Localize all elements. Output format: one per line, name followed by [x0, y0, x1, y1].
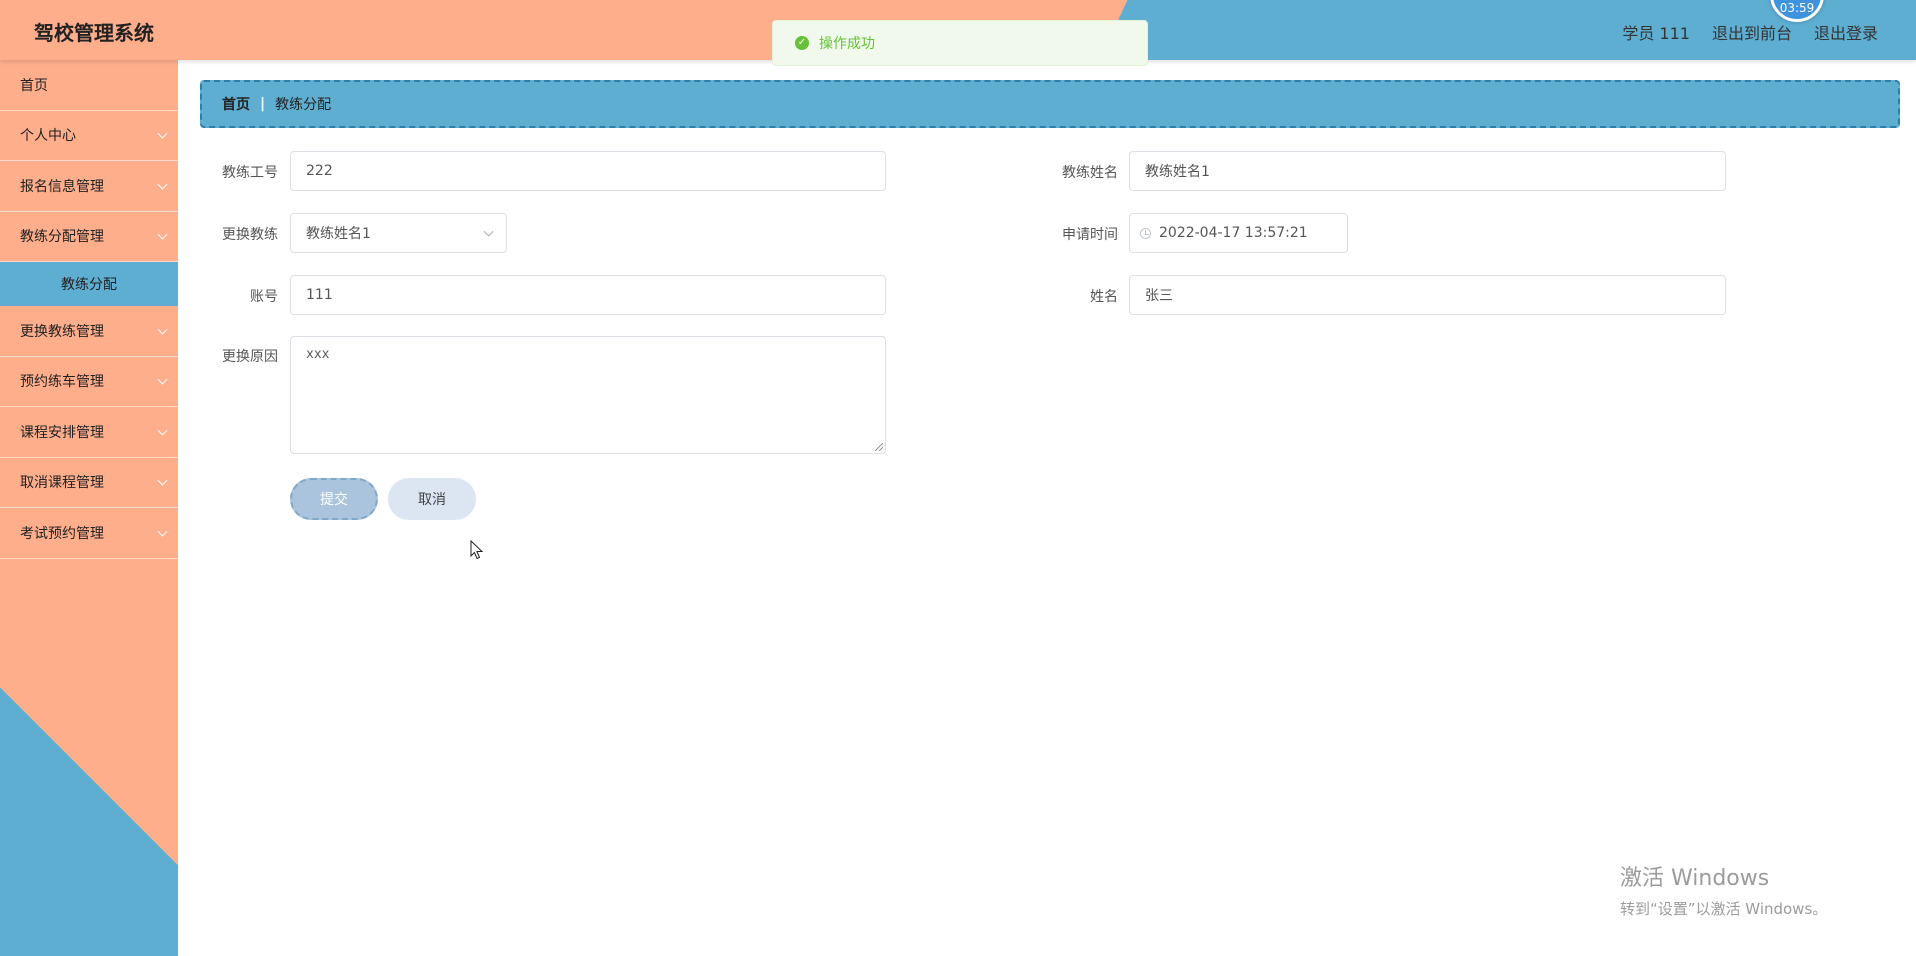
- chevron-down-icon: [157, 128, 168, 139]
- submit-button[interactable]: 提交: [290, 478, 378, 520]
- watermark-line-2: 转到“设置”以激活 Windows。: [1620, 900, 1828, 918]
- reason-value: xxx: [306, 347, 330, 362]
- chevron-down-icon: [157, 526, 168, 537]
- change-coach-label: 更换教练: [222, 227, 278, 243]
- chevron-down-icon: [157, 179, 168, 190]
- sidebar-item-personal-center[interactable]: 个人中心: [0, 111, 178, 161]
- windows-activation-watermark: 激活 Windows 转到“设置”以激活 Windows。: [1620, 860, 1827, 919]
- account-value: 111: [306, 287, 333, 303]
- sidebar-item-label: 报名信息管理: [20, 178, 104, 195]
- sidebar-item-practice-booking[interactable]: 预约练车管理: [0, 357, 178, 407]
- resize-handle-icon[interactable]: [875, 443, 883, 451]
- chevron-down-icon: [157, 324, 168, 335]
- account-label: 账号: [250, 289, 278, 305]
- change-coach-select[interactable]: 教练姓名1: [290, 213, 507, 253]
- reason-textarea[interactable]: xxx: [290, 336, 886, 454]
- name-label: 姓名: [1090, 289, 1118, 305]
- coach-id-label: 教练工号: [222, 165, 278, 181]
- app-title: 驾校管理系统: [34, 21, 154, 45]
- coach-id-value: 222: [306, 163, 333, 179]
- sidebar-subitem-label: 教练分配: [61, 277, 117, 293]
- chevron-down-icon: [483, 226, 494, 237]
- toast-message: 操作成功: [819, 36, 875, 52]
- breadcrumb-current: 教练分配: [275, 97, 332, 113]
- sidebar-item-exam-booking[interactable]: 考试预约管理: [0, 508, 178, 559]
- watermark-line-1: 激活 Windows: [1620, 866, 1770, 891]
- sidebar-item-registration[interactable]: 报名信息管理: [0, 161, 178, 212]
- sidebar-subitem-coach-assignment[interactable]: 教练分配: [0, 262, 178, 306]
- breadcrumb-separator: |: [260, 96, 266, 112]
- coach-name-value: 教练姓名1: [1145, 164, 1210, 180]
- sidebar-item-label: 课程安排管理: [20, 424, 104, 441]
- breadcrumb: 首页 | 教练分配: [200, 80, 1900, 128]
- user-bar: 学员 111 退出到前台 退出登录: [1622, 20, 1878, 44]
- sidebar-item-home[interactable]: 首页: [0, 60, 178, 111]
- sidebar-item-coach-assignment-mgmt[interactable]: 教练分配管理: [0, 212, 178, 262]
- apply-time-value: 2022-04-17 13:57:21: [1159, 225, 1308, 241]
- coach-name-field[interactable]: 教练姓名1: [1129, 151, 1726, 191]
- sidebar-item-label: 预约练车管理: [20, 374, 104, 391]
- account-field[interactable]: 111: [290, 275, 886, 315]
- breadcrumb-home[interactable]: 首页: [222, 94, 250, 114]
- sidebar: 首页 个人中心 报名信息管理 教练分配管理 教练分配 更换教练管理 预约练车管理…: [0, 60, 178, 956]
- sidebar-item-change-coach[interactable]: 更换教练管理: [0, 306, 178, 357]
- sidebar-item-cancel-course[interactable]: 取消课程管理: [0, 458, 178, 508]
- reason-label: 更换原因: [222, 349, 278, 365]
- current-user: 学员 111: [1622, 24, 1690, 43]
- chevron-down-icon: [157, 229, 168, 240]
- coach-name-label: 教练姓名: [1062, 165, 1118, 181]
- sidebar-item-label: 更换教练管理: [20, 323, 104, 340]
- change-coach-value: 教练姓名1: [306, 226, 371, 242]
- apply-time-label: 申请时间: [1062, 227, 1118, 243]
- success-check-icon: ✓: [795, 36, 809, 50]
- clock-icon: [1140, 227, 1151, 239]
- sidebar-item-label: 取消课程管理: [20, 475, 104, 492]
- sidebar-item-label: 个人中心: [20, 128, 76, 145]
- logout-link[interactable]: 退出登录: [1814, 20, 1878, 44]
- apply-time-picker[interactable]: 2022-04-17 13:57:21: [1129, 213, 1348, 253]
- sidebar-item-label: 首页: [20, 77, 48, 94]
- coach-id-field[interactable]: 222: [290, 151, 886, 191]
- chevron-down-icon: [157, 425, 168, 436]
- name-field[interactable]: 张三: [1129, 275, 1726, 315]
- cancel-button[interactable]: 取消: [388, 478, 476, 520]
- success-toast: ✓ 操作成功: [772, 20, 1148, 66]
- sidebar-item-course-schedule[interactable]: 课程安排管理: [0, 407, 178, 458]
- chevron-down-icon: [157, 475, 168, 486]
- chevron-down-icon: [157, 374, 168, 385]
- exit-to-front-link[interactable]: 退出到前台: [1712, 20, 1792, 44]
- clock-widget: 03:59: [1770, 0, 1824, 22]
- name-value: 张三: [1145, 288, 1173, 304]
- sidebar-item-label: 教练分配管理: [20, 229, 104, 246]
- sidebar-item-label: 考试预约管理: [20, 525, 104, 542]
